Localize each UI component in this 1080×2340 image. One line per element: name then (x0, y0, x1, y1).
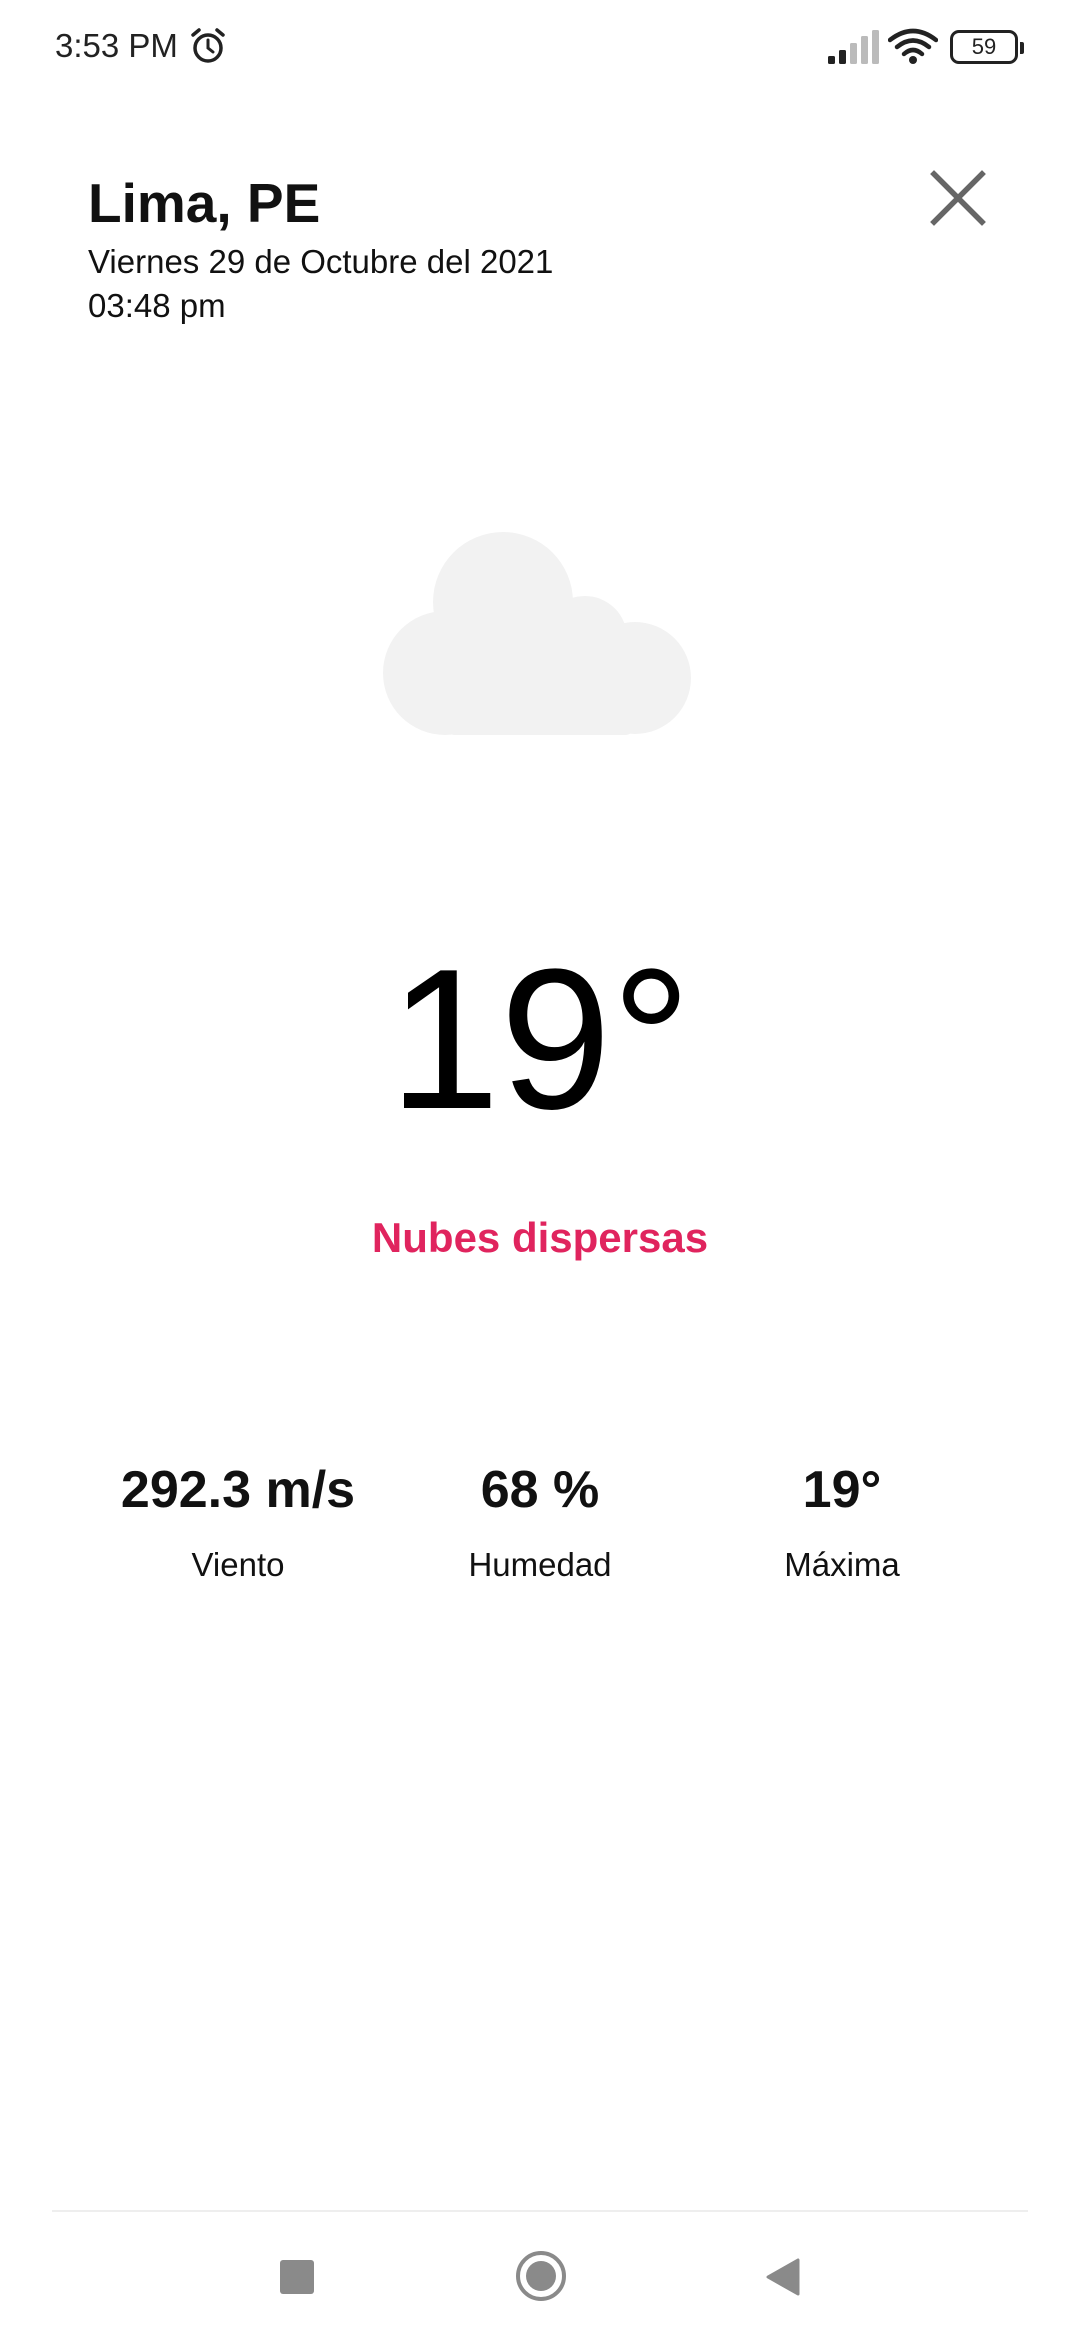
max-temp-label: Máxima (784, 1546, 900, 1583)
weather-description: Nubes dispersas (371, 1214, 709, 1261)
wind-value: 292.3 m/s (120, 1461, 356, 1519)
battery-level: 59 (971, 34, 997, 59)
recents-icon[interactable] (280, 2260, 314, 2294)
max-temp-value: 19° (802, 1461, 882, 1519)
humidity-value: 68 % (480, 1461, 600, 1519)
alarm-icon (191, 28, 225, 63)
max-temp-stat: 19° Máxima (682, 1455, 1002, 1587)
home-icon[interactable] (515, 2250, 567, 2302)
wind-label: Viento (191, 1546, 285, 1583)
close-button[interactable] (920, 160, 996, 236)
signal-icon (828, 30, 879, 64)
close-icon (930, 170, 986, 226)
wifi-icon (888, 28, 938, 64)
cloud-icon (383, 532, 691, 735)
humidity-label: Humedad (468, 1546, 612, 1583)
date-text: Viernes 29 de Octubre del 2021 (88, 243, 554, 280)
battery-icon: 59 (950, 30, 1024, 64)
wind-stat: 292.3 m/s Viento (78, 1455, 398, 1587)
status-bar: 3:53 PM 59 (0, 0, 1080, 96)
city-name: Lima, PE (88, 172, 321, 234)
status-time: 3:53 PM (55, 27, 178, 64)
time-text: 03:48 pm (88, 287, 226, 324)
humidity-stat: 68 % Humedad (380, 1455, 700, 1587)
back-icon[interactable] (762, 2256, 802, 2298)
navigation-bar (0, 2212, 1080, 2340)
current-temperature: 19° (388, 928, 692, 1151)
